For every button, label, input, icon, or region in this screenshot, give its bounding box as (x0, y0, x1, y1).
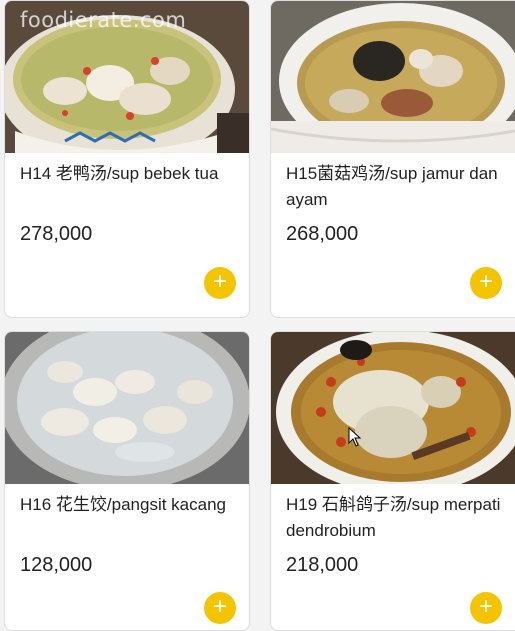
mouse-cursor-icon (348, 427, 362, 447)
plus-icon: + (212, 593, 227, 620)
product-price: 268,000 (286, 223, 359, 245)
product-image[interactable] (5, 1, 249, 153)
product-image[interactable] (271, 1, 515, 153)
product-card[interactable]: H19 石斛鸽子汤/sup merpati dendrobium 218,000… (270, 331, 515, 631)
product-card[interactable]: H15菌菇鸡汤/sup jamur dan ayam 268,000 + (270, 0, 515, 318)
product-name: H15菌菇鸡汤/sup jamur dan ayam (286, 164, 498, 209)
product-card[interactable]: H16 花生饺/pangsit kacang 128,000 + (4, 331, 250, 631)
product-image[interactable] (271, 332, 515, 484)
add-to-cart-button[interactable]: + (204, 592, 236, 624)
add-to-cart-button[interactable]: + (470, 267, 502, 299)
plus-icon: + (478, 593, 493, 620)
product-price: 128,000 (20, 554, 93, 576)
product-price: 278,000 (20, 223, 93, 245)
product-name: H16 花生饺/pangsit kacang (20, 495, 226, 514)
product-name: H19 石斛鸽子汤/sup merpati dendrobium (286, 495, 501, 540)
plus-icon: + (212, 268, 227, 295)
product-price: 218,000 (286, 554, 359, 576)
product-card[interactable]: H14 老鸭汤/sup bebek tua 278,000 + (4, 0, 250, 318)
add-to-cart-button[interactable]: + (470, 592, 502, 624)
product-name: H14 老鸭汤/sup bebek tua (20, 164, 219, 183)
product-image[interactable] (5, 332, 249, 484)
plus-icon: + (478, 268, 493, 295)
add-to-cart-button[interactable]: + (204, 267, 236, 299)
